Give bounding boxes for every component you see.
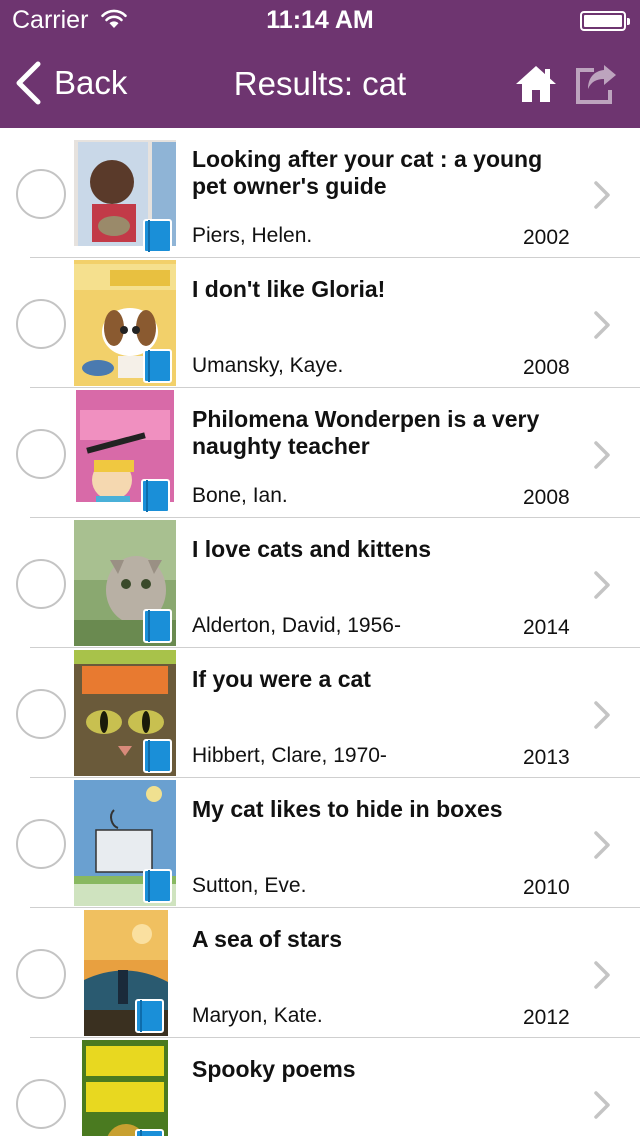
chevron-right-icon (594, 701, 610, 729)
result-year: 2013 (523, 746, 570, 769)
result-year: 2008 (523, 486, 570, 509)
result-row[interactable]: Looking after your cat : a young pet own… (0, 128, 640, 258)
result-title: A sea of stars (192, 926, 342, 952)
ebook-icon (143, 739, 172, 773)
chevron-right-icon (594, 831, 610, 859)
result-author: Alderton, David, 1956- (192, 614, 401, 637)
navigation-bar: Back Results: cat (0, 40, 640, 128)
cover-image (74, 780, 176, 906)
result-author: Maryon, Kate. (192, 1004, 323, 1027)
chevron-right-icon (594, 571, 610, 599)
result-author: Piers, Helen. (192, 224, 313, 247)
result-row[interactable]: If you were a cat Hibbert, Clare, 1970- 20… (0, 648, 640, 778)
cover-image (84, 910, 168, 1036)
result-year: 2002 (523, 226, 570, 249)
select-radio[interactable] (16, 1079, 66, 1129)
cover-image (74, 520, 176, 646)
result-title: My cat likes to hide in boxes (192, 796, 503, 822)
ebook-icon (143, 219, 172, 253)
chevron-right-icon (594, 441, 610, 469)
status-bar: Carrier 11:14 AM (0, 0, 640, 40)
select-radio[interactable] (16, 819, 66, 869)
result-author: Sutton, Eve. (192, 874, 307, 897)
ebook-icon (143, 349, 172, 383)
result-row[interactable]: Philomena Wonderpen is a very naughty te… (0, 388, 640, 518)
result-row[interactable]: A sea of stars Maryon, Kate. 2012 (0, 908, 640, 1038)
result-row[interactable]: Spooky poems (0, 1038, 640, 1136)
result-row[interactable]: I love cats and kittens Alderton, David, … (0, 518, 640, 648)
result-title: I love cats and kittens (192, 536, 432, 562)
select-radio[interactable] (16, 689, 66, 739)
share-icon[interactable] (574, 62, 618, 106)
chevron-right-icon (594, 311, 610, 339)
result-row[interactable]: I don't like Gloria! Umansky, Kaye. 2008 (0, 258, 640, 388)
back-chevron-icon (16, 61, 41, 105)
result-author: Hibbert, Clare, 1970- (192, 744, 387, 767)
chevron-right-icon (594, 1091, 610, 1119)
ebook-icon (143, 609, 172, 643)
result-row[interactable]: My cat likes to hide in boxes Sutton, Eve… (0, 778, 640, 908)
result-author: Umansky, Kaye. (192, 354, 344, 377)
status-time: 11:14 AM (266, 6, 374, 34)
chevron-right-icon (594, 961, 610, 989)
result-title: If you were a cat (192, 666, 371, 692)
select-radio[interactable] (16, 299, 66, 349)
cover-image (82, 1040, 168, 1136)
ebook-icon (135, 999, 164, 1033)
back-label: Back (54, 64, 128, 101)
ebook-icon (141, 479, 170, 513)
result-year: 2012 (523, 1006, 570, 1029)
chevron-right-icon (594, 181, 610, 209)
battery-icon (580, 11, 630, 31)
ebook-icon (143, 869, 172, 903)
cover-image (76, 390, 174, 516)
result-year: 2010 (523, 876, 570, 899)
cover-image (74, 130, 176, 256)
ebook-icon (135, 1129, 164, 1136)
result-title: Philomena Wonderpen is a very naughty te… (192, 406, 540, 459)
result-author: Bone, Ian. (192, 484, 288, 507)
results-list: Looking after your cat : a young pet own… (0, 128, 640, 1136)
result-year: 2008 (523, 356, 570, 379)
result-title: Looking after your cat : a young pet own… (192, 146, 543, 199)
select-radio[interactable] (16, 559, 66, 609)
back-button[interactable]: Back (14, 60, 127, 106)
cover-image (74, 650, 176, 776)
select-radio[interactable] (16, 169, 66, 219)
result-title: Spooky poems (192, 1056, 356, 1082)
select-radio[interactable] (16, 949, 66, 999)
home-icon[interactable] (514, 62, 558, 106)
result-title: I don't like Gloria! (192, 276, 386, 302)
top-bar: Carrier 11:14 AM Back Results: cat (0, 0, 640, 128)
cover-image (74, 260, 176, 386)
result-year: 2014 (523, 616, 570, 639)
select-radio[interactable] (16, 429, 66, 479)
